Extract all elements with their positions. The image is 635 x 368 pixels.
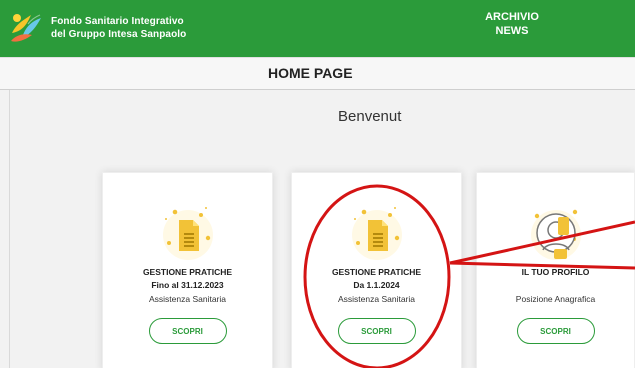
card-title: IL TUO PROFILO [521, 267, 590, 277]
scopri-button[interactable]: SCOPRI [148, 318, 227, 344]
fund-logo-icon [11, 14, 41, 42]
fondo-sanitario-home-page: Fondo Sanitario Integrativo del Gruppo I… [0, 0, 635, 368]
user-profile-icon [530, 209, 581, 260]
card-subtitle: Fino al 31.12.2023 [151, 280, 224, 290]
card-gestione-pratiche-2023: GESTIONE PRATICHE Fino al 31.12.2023 Ass… [102, 172, 273, 368]
brand-line-2: del Gruppo Intesa Sanpaolo [51, 29, 187, 40]
home-page-title: HOME PAGE [268, 65, 353, 81]
card-gestione-pratiche-2024: GESTIONE PRATICHE Da 1.1.2024 Assistenza… [291, 172, 462, 368]
scopri-button[interactable]: SCOPRI [516, 318, 595, 344]
card-description: Posizione Anagrafica [515, 294, 596, 304]
top-header: Fondo Sanitario Integrativo del Gruppo I… [0, 0, 635, 57]
card-subtitle: Da 1.1.2024 [353, 280, 400, 290]
card-profilo: IL TUO PROFILO Posizione Anagrafica SCOP… [476, 172, 635, 368]
news-label: NEWS [495, 25, 529, 37]
card-title: GESTIONE PRATICHE [331, 267, 422, 277]
archivio-news-link[interactable]: ARCHIVIO NEWS [484, 10, 540, 38]
archivio-label: ARCHIVIO [485, 11, 539, 23]
welcome-text: Benvenut [338, 108, 402, 125]
brand-area[interactable]: Fondo Sanitario Integrativo del Gruppo I… [7, 7, 227, 49]
card-description: Assistenza Sanitaria [337, 294, 415, 304]
card-description: Assistenza Sanitaria [148, 294, 226, 304]
scopri-button[interactable]: SCOPRI [337, 318, 416, 344]
home-page-bar: HOME PAGE [0, 57, 635, 90]
brand-line-1: Fondo Sanitario Integrativo [51, 16, 184, 27]
brand-text: Fondo Sanitario Integrativo del Gruppo I… [51, 15, 186, 41]
document-icon [162, 207, 213, 260]
left-divider [9, 90, 10, 368]
document-icon [351, 207, 402, 260]
card-title: GESTIONE PRATICHE [142, 267, 233, 277]
